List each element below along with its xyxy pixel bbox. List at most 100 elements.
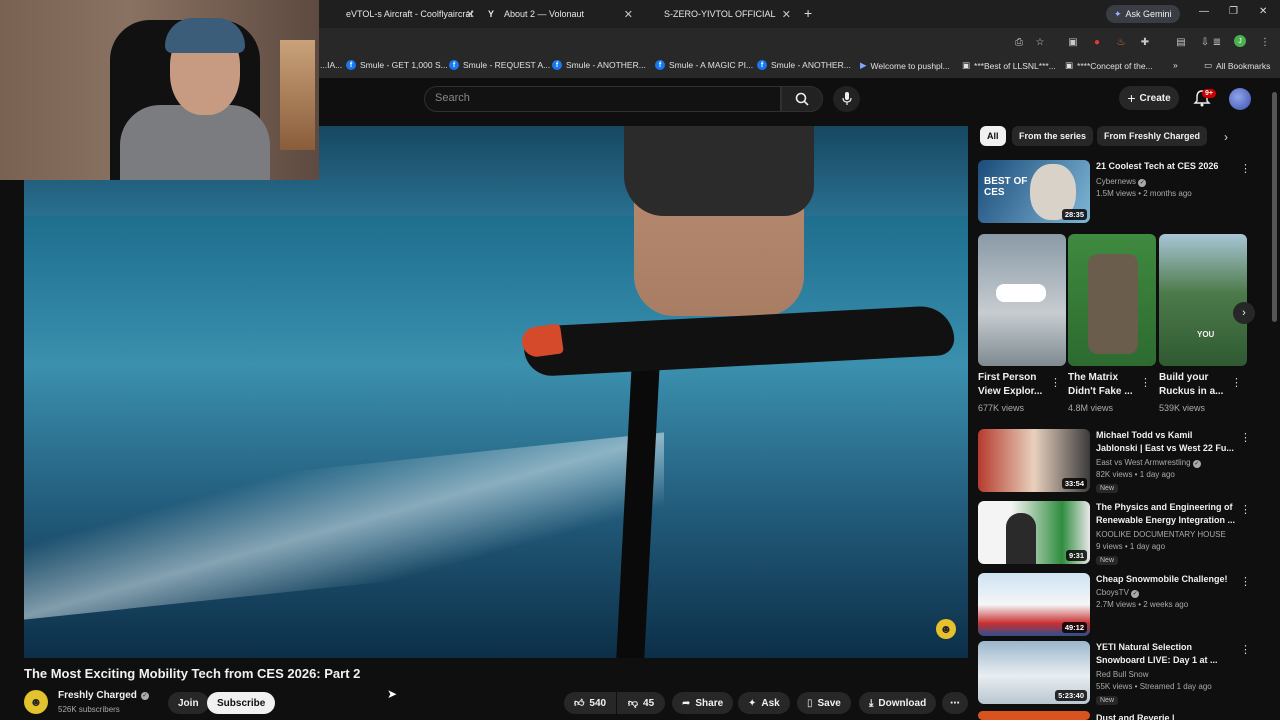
recommended-video[interactable]: 33:54 Michael Todd vs Kamil Jablonski | …	[978, 429, 1268, 493]
bookmark-item[interactable]: f Smule - REQUEST A...	[449, 60, 550, 70]
voice-search-button[interactable]	[833, 86, 860, 112]
bookmark-label: ...IA...	[320, 60, 343, 70]
video-thumbnail[interactable]: 49:12	[978, 573, 1090, 636]
ask-gemini-button[interactable]: ✦ Ask Gemini	[1106, 5, 1180, 23]
bookmark-item[interactable]: f Smule - ANOTHER...	[757, 60, 851, 70]
video-thumbnail[interactable]	[978, 711, 1090, 720]
more-options-icon[interactable]: ⋮	[1140, 376, 1151, 389]
more-options-icon[interactable]: ⋮	[1240, 575, 1251, 588]
bookmark-item[interactable]: f Smule - A MAGIC PI...	[655, 60, 753, 70]
video-thumbnail[interactable]: 33:54	[978, 429, 1090, 492]
fire-extension-icon[interactable]: ♨	[1114, 35, 1128, 49]
close-tab-icon[interactable]: ✕	[466, 8, 475, 21]
recommended-video[interactable]: 5:23:40 YETI Natural Selection Snowboard…	[978, 641, 1268, 705]
bookmark-item[interactable]: ▣ ****Concept of the...	[1065, 60, 1153, 71]
close-window-icon[interactable]: ✕	[1259, 6, 1267, 17]
bookmark-icon: ▯	[807, 697, 813, 709]
video-thumbnail[interactable]: BEST OF CES 28:35	[978, 160, 1090, 223]
profile-avatar-icon[interactable]: J	[1234, 35, 1246, 47]
short-title[interactable]: First Person View Explor...	[978, 371, 1054, 399]
new-tab-icon[interactable]: +	[804, 5, 812, 21]
short-title[interactable]: The Matrix Didn't Fake ...	[1068, 371, 1144, 399]
subscribe-label: Subscribe	[217, 697, 266, 709]
microphone-icon	[841, 92, 852, 105]
video-title: Cheap Snowmobile Challenge!	[1096, 574, 1228, 584]
close-tab-icon[interactable]: ✕	[782, 8, 791, 21]
restore-icon[interactable]: ❐	[1229, 6, 1238, 17]
more-bookmarks-chevron-icon[interactable]: »	[1173, 60, 1178, 70]
more-options-icon[interactable]: ⋮	[1240, 431, 1251, 444]
verified-icon: ✓	[1138, 179, 1147, 187]
video-title: Dust and Reverie | Psychedelic...	[1096, 713, 1175, 720]
subscribe-button[interactable]: Subscribe	[207, 692, 276, 714]
reading-list-icon[interactable]: ≣	[1210, 35, 1224, 49]
tab-evtol[interactable]: eVTOL-s Aircraft - Coolflyaircraf ✕	[330, 4, 475, 24]
create-label: Create	[1139, 92, 1171, 104]
search-button[interactable]	[781, 86, 823, 112]
channel-watermark-icon[interactable]: ☻	[936, 619, 956, 639]
like-button[interactable]: 👍︎ 540	[564, 692, 616, 714]
recommended-video[interactable]: 9:31 The Physics and Engineering of Rene…	[978, 501, 1268, 565]
chevron-right-icon[interactable]: ›	[1224, 130, 1228, 144]
adblock-extension-icon[interactable]: ●	[1090, 35, 1104, 49]
recommended-video[interactable]: Dust and Reverie | Psychedelic...	[978, 711, 1268, 720]
save-button[interactable]: ▯ Save	[797, 692, 851, 714]
bookmark-item[interactable]: ▣ ***Best of LLSNL***...	[962, 60, 1056, 71]
dislike-button[interactable]: 👎︎ 45	[617, 692, 665, 714]
channel-label: Cybernews	[1096, 177, 1137, 186]
more-actions-button[interactable]: ⋯	[942, 692, 968, 714]
ask-button[interactable]: ✦ Ask	[738, 692, 790, 714]
recommended-video[interactable]: 49:12 Cheap Snowmobile Challenge! CboysT…	[978, 573, 1268, 637]
download-button[interactable]: ⤓ Download	[859, 692, 937, 714]
chip-from-freshly-charged[interactable]: From Freshly Charged	[1097, 126, 1208, 146]
bookmark-star-icon[interactable]: ☆	[1033, 35, 1047, 49]
search-icon	[795, 92, 809, 106]
short-thumbnail[interactable]	[1068, 234, 1156, 366]
shorts-next-button[interactable]: ›	[1233, 302, 1255, 324]
tab-szero[interactable]: S-ZERO-YIVTOL OFFICIAL ✕	[646, 4, 791, 24]
bookmark-label: Smule - ANOTHER...	[566, 60, 646, 70]
video-thumbnail[interactable]: 9:31	[978, 501, 1090, 564]
scrollbar-thumb[interactable]	[1272, 92, 1277, 322]
video-thumbnail[interactable]: 5:23:40	[978, 641, 1090, 704]
video-player[interactable]: ☻	[24, 126, 968, 658]
sidebar-panel-icon[interactable]: ▤	[1174, 35, 1188, 49]
close-tab-icon[interactable]: ✕	[624, 8, 633, 21]
short-thumbnail[interactable]	[978, 234, 1066, 366]
short-title[interactable]: Build your Ruckus in a...	[1159, 371, 1235, 399]
more-options-icon[interactable]: ⋮	[1240, 162, 1251, 175]
bookmark-item[interactable]: f Smule - ANOTHER...	[552, 60, 646, 70]
more-options-icon[interactable]: ⋮	[1050, 376, 1061, 389]
bookmark-item[interactable]: ▶ Welcome to pushpl...	[860, 60, 950, 71]
bookmark-item[interactable]: ...IA...	[320, 60, 342, 70]
more-options-icon[interactable]: ⋮	[1240, 643, 1251, 656]
video-duration: 28:35	[1061, 209, 1087, 220]
create-button[interactable]: + Create	[1119, 86, 1179, 110]
tab-volonaut[interactable]: Y About 2 — Volonaut ✕	[488, 4, 633, 24]
channel-name[interactable]: Freshly Charged ✓	[58, 690, 149, 701]
minimize-icon[interactable]: —	[1199, 6, 1209, 17]
more-options-icon[interactable]: ⋮	[1240, 503, 1251, 516]
browser-menu-icon[interactable]: ⋮	[1258, 35, 1272, 49]
all-bookmarks-item[interactable]: ▭ All Bookmarks	[1204, 60, 1270, 71]
install-app-icon[interactable]: ⎙	[1012, 35, 1026, 49]
bookmark-item[interactable]: f Smule - GET 1,000 S...	[346, 60, 448, 70]
facebook-icon: f	[655, 60, 665, 70]
chip-from-the-series[interactable]: From the series	[1012, 126, 1094, 146]
share-label: Share	[695, 697, 724, 709]
bookmark-label: Smule - REQUEST A...	[463, 60, 551, 70]
facebook-icon: f	[346, 60, 356, 70]
join-button[interactable]: Join	[168, 692, 209, 714]
video-duration: 33:54	[1061, 478, 1087, 489]
share-button[interactable]: ➦ Share	[672, 692, 734, 714]
puzzle-extensions-icon[interactable]: ✚	[1138, 35, 1152, 49]
more-options-icon[interactable]: ⋮	[1231, 376, 1242, 389]
search-input[interactable]: Search	[424, 86, 781, 112]
account-avatar[interactable]	[1229, 88, 1251, 110]
extension-icon[interactable]: ▣	[1066, 35, 1080, 49]
short-thumbnail[interactable]: YOU	[1159, 234, 1247, 366]
chip-all[interactable]: All	[980, 126, 1006, 146]
recommended-video[interactable]: BEST OF CES 28:35 21 Coolest Tech at CES…	[978, 160, 1268, 224]
channel-avatar[interactable]: ☻	[24, 690, 48, 714]
chip-label: From Freshly Charged	[1104, 131, 1201, 141]
